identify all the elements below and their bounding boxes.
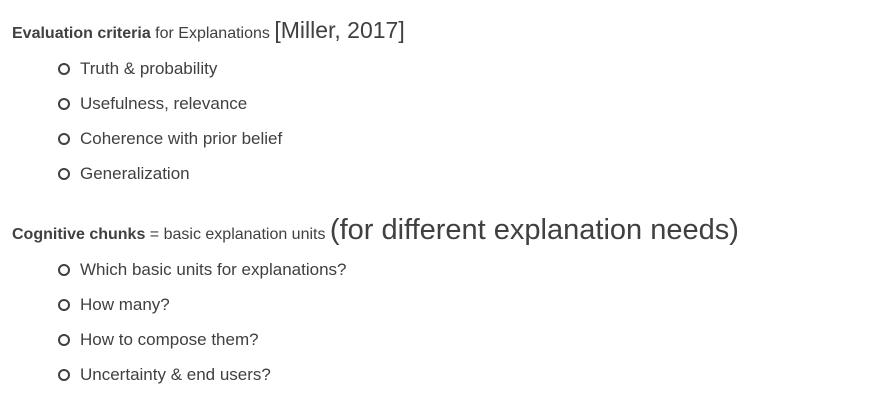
heading-bold-text: Evaluation criteria [12, 25, 151, 42]
list-item-text: Coherence with prior belief [80, 129, 283, 148]
list-item: Usefulness, relevance [12, 86, 872, 121]
list-item: Generalization [12, 156, 872, 191]
list-item-text: Truth & probability [80, 59, 218, 78]
heading-bold-text: Cognitive chunks [12, 226, 146, 243]
heading-normal-text: for Explanations [150, 25, 275, 42]
list-item-text: Uncertainty & end users? [80, 365, 271, 384]
heading-citation: [Miller, 2017] [274, 17, 405, 43]
list-item-text: How to compose them? [80, 330, 259, 349]
section-cognitive-chunks: Cognitive chunks = basic explanation uni… [12, 212, 872, 392]
list-item-text: Generalization [80, 164, 190, 183]
list-item: Uncertainty & end users? [12, 357, 872, 392]
list-item: Coherence with prior belief [12, 121, 872, 156]
list-item-text: Usefulness, relevance [80, 94, 248, 113]
hollow-circle-icon [58, 299, 70, 311]
hollow-circle-icon [58, 369, 70, 381]
hollow-circle-icon [58, 63, 70, 75]
section-heading: Evaluation criteria for Explanations [Mi… [12, 12, 872, 52]
list-item: How many? [12, 287, 872, 322]
hollow-circle-icon [58, 264, 70, 276]
list-item: Which basic units for explanations? [12, 252, 872, 287]
hollow-circle-icon [58, 168, 70, 180]
hollow-circle-icon [58, 98, 70, 110]
list-item-text: Which basic units for explanations? [80, 260, 347, 279]
questions-list: Which basic units for explanations? How … [12, 252, 872, 392]
heading-normal-text: = basic explanation units [145, 226, 330, 243]
list-item: How to compose them? [12, 322, 872, 357]
list-item-text: How many? [80, 295, 170, 314]
hollow-circle-icon [58, 133, 70, 145]
heading-large-text: (for different explanation needs) [329, 214, 739, 246]
section-evaluation-criteria: Evaluation criteria for Explanations [Mi… [12, 12, 872, 191]
section-heading: Cognitive chunks = basic explanation uni… [12, 212, 872, 253]
hollow-circle-icon [58, 334, 70, 346]
list-item: Truth & probability [12, 51, 872, 86]
criteria-list: Truth & probability Usefulness, relevanc… [12, 51, 872, 191]
